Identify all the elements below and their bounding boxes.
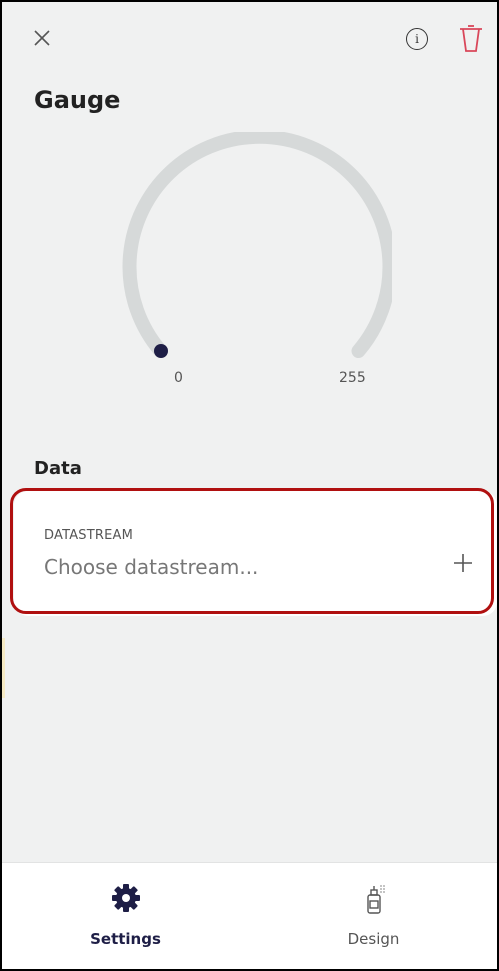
close-button[interactable] — [30, 26, 54, 50]
gear-icon — [111, 884, 140, 912]
gauge-indicator — [154, 344, 168, 358]
edge-mark — [2, 638, 5, 698]
delete-button[interactable] — [458, 24, 484, 54]
tab-design[interactable]: Design — [250, 863, 497, 969]
datastream-label: DATASTREAM — [44, 528, 134, 543]
tab-settings-label: Settings — [90, 930, 161, 948]
gauge-track — [122, 132, 392, 358]
gauge-max-label: 255 — [339, 370, 366, 386]
tab-settings[interactable]: Settings — [2, 863, 249, 969]
info-icon: i — [415, 32, 419, 46]
close-icon — [34, 30, 50, 46]
gauge-preview — [122, 132, 392, 358]
plus-icon — [454, 554, 472, 572]
data-section-title: Data — [34, 458, 82, 479]
datastream-input[interactable] — [44, 552, 424, 582]
gauge-min-label: 0 — [174, 370, 183, 386]
tab-design-label: Design — [347, 930, 400, 948]
widget-title: Gauge — [34, 86, 121, 114]
info-button[interactable]: i — [406, 28, 428, 50]
spray-paint-icon — [366, 885, 385, 914]
bottom-tab-bar: Settings Design — [2, 862, 497, 969]
widget-settings-screen: i Gauge 0 255 Data DATASTREAM Choose dat… — [0, 0, 499, 971]
add-datastream-button[interactable] — [451, 551, 475, 575]
trash-icon — [460, 25, 482, 52]
